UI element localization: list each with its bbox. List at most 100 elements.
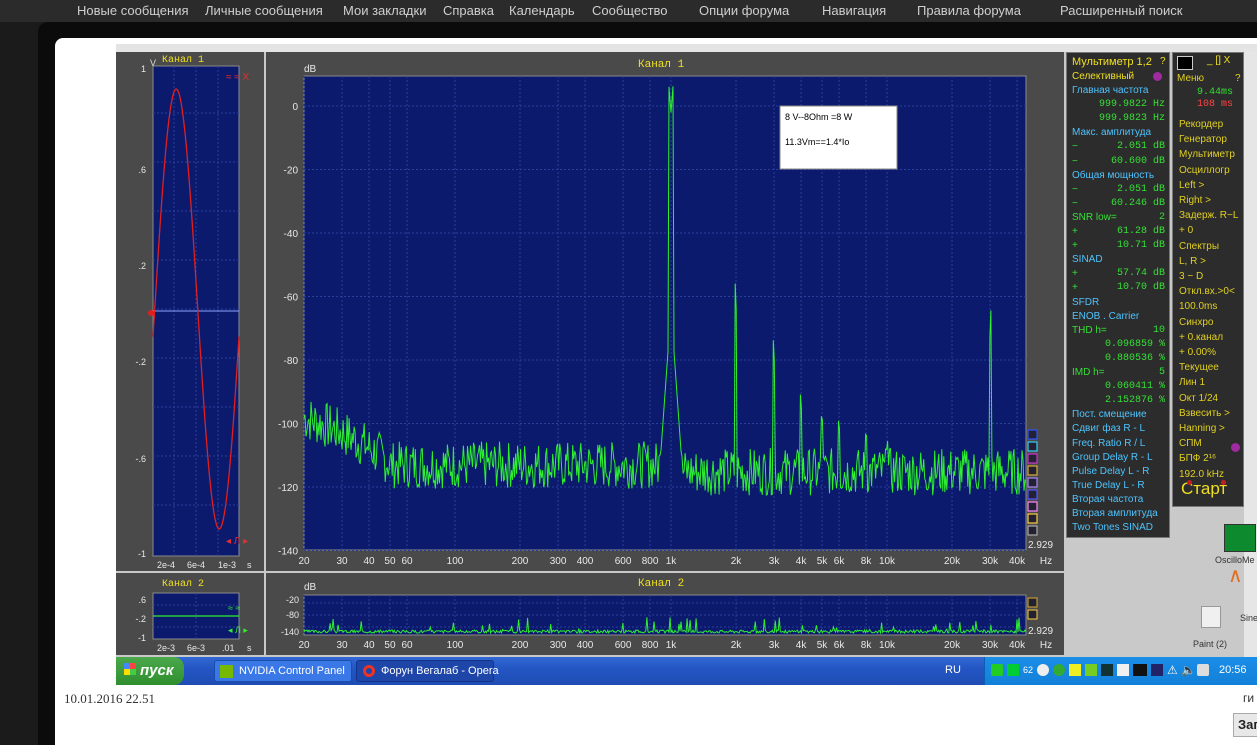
sinewave-icon-label: Sinel (1240, 613, 1257, 623)
tray-utorrent-icon[interactable] (1053, 664, 1065, 676)
paint-desktop-icon[interactable] (1201, 606, 1221, 628)
app-logo-icon (1177, 56, 1193, 70)
multimeter-help-button[interactable]: ? (1160, 56, 1166, 68)
ch2-spec-ytick-1: -20 (286, 595, 299, 605)
multimeter-mode-selective[interactable]: Селективный (1072, 71, 1134, 83)
start-button[interactable]: пуск (116, 657, 184, 685)
ch1-marker-toggle-8[interactable] (1027, 513, 1038, 524)
taskbar-nvidia-button[interactable]: NVIDIA Control Panel (214, 660, 352, 682)
nav-advanced-search[interactable]: Расширенный поиск (1060, 3, 1182, 18)
ch1-marker-toggle-4[interactable] (1027, 465, 1038, 476)
multimeter-label-29[interactable]: Вторая частота (1072, 494, 1143, 506)
post-reply-button[interactable]: Зап (1233, 713, 1257, 737)
sinewave-desktop-icon[interactable]: ∧ (1228, 566, 1250, 590)
control-item-18[interactable]: Окт 1/24 (1179, 393, 1218, 405)
tray-volume-icon[interactable]: 🔈 (1181, 663, 1196, 677)
taskbar-opera-button[interactable]: Форун Вегалаб - Opera (356, 660, 499, 682)
nav-new-messages[interactable]: Новые сообщения (77, 3, 189, 18)
control-item-17[interactable]: Лин 1 (1179, 377, 1205, 389)
control-item-21[interactable]: СПМ (1179, 438, 1202, 450)
multimeter-label-30[interactable]: Вторая амплитуда (1072, 508, 1158, 520)
multimeter-label-6[interactable]: Общая мощность (1072, 170, 1154, 182)
ch2-marker-toggle-2[interactable] (1027, 609, 1038, 620)
ch1-marker-toggle-9[interactable] (1027, 525, 1038, 536)
multimeter-value-1: 999.9822 Hz (1098, 99, 1165, 111)
control-item-7[interactable]: + 0 (1179, 225, 1193, 237)
tray-globe-icon[interactable] (1037, 664, 1049, 676)
control-item-16[interactable]: Текущее (1179, 362, 1219, 374)
control-item-22[interactable]: БПФ 2¹⁶ (1179, 453, 1216, 465)
nav-forum-rules[interactable]: Правила форума (917, 3, 1021, 18)
ch1-marker-toggle-3[interactable] (1027, 453, 1038, 464)
multimeter-label-28[interactable]: True Delay L - R (1072, 480, 1145, 492)
control-item-11[interactable]: Откл.вх.>0< (1179, 286, 1235, 298)
ch1-ytick-5: -.6 (135, 454, 146, 464)
nav-help[interactable]: Справка (443, 3, 494, 18)
ch1-marker-toggle-2[interactable] (1027, 441, 1038, 452)
tray-app-icon-2[interactable] (1101, 664, 1113, 676)
control-item-14[interactable]: + 0.канал (1179, 332, 1223, 344)
spm-indicator-icon[interactable] (1231, 443, 1240, 452)
language-indicator[interactable]: RU (945, 664, 961, 676)
oscillometer-desktop-icon[interactable] (1224, 524, 1256, 552)
multimeter-label-25[interactable]: Freq. Ratio R / L (1072, 438, 1145, 450)
control-item-6[interactable]: Задерж. R−L (1179, 210, 1238, 222)
control-item-19[interactable]: Взвесить > (1179, 408, 1230, 420)
ch2-time-corner-bottom[interactable]: ◂ Л ▸ (228, 625, 248, 635)
ch1-time-corner-bottom[interactable]: ◂ Л ▸ (226, 536, 248, 547)
nav-forum-options[interactable]: Опции форума (699, 3, 789, 18)
control-item-3[interactable]: Осциллогр (1179, 165, 1230, 177)
ch2-spec-xtick-13: 3k (769, 640, 781, 651)
tray-number: 62 (1023, 665, 1034, 675)
ch2-marker-toggle-1[interactable] (1027, 597, 1038, 608)
tray-app-icon-4[interactable] (1151, 664, 1163, 676)
multimeter-label-3[interactable]: Макс. амплитуда (1072, 127, 1151, 139)
tray-app-icon-1[interactable] (991, 664, 1003, 676)
tray-network-icon[interactable] (1197, 664, 1209, 676)
control-item-0[interactable]: Рекордер (1179, 119, 1223, 131)
nav-private-messages[interactable]: Личные сообщения (205, 3, 323, 18)
selective-indicator-icon[interactable] (1153, 72, 1162, 81)
multimeter-label-23[interactable]: Пост. смещение (1072, 409, 1147, 421)
tray-shield-icon[interactable] (1069, 664, 1081, 676)
control-item-1[interactable]: Генератор (1179, 134, 1227, 146)
control-item-15[interactable]: + 0.00% (1179, 347, 1216, 359)
nav-community[interactable]: Сообщество (592, 3, 668, 18)
multimeter-label-24[interactable]: Сдвиг фаз R - L (1072, 423, 1145, 435)
control-item-8[interactable]: Спектры (1179, 241, 1219, 253)
nav-navigation[interactable]: Навигация (822, 3, 886, 18)
nav-bookmarks[interactable]: Мои закладки (343, 3, 426, 18)
control-item-13[interactable]: Синхро (1179, 317, 1213, 329)
control-item-10[interactable]: 3 − D (1179, 271, 1203, 283)
menu-button[interactable]: Меню (1177, 73, 1204, 85)
tray-calendar-icon[interactable] (1133, 664, 1147, 676)
nav-calendar[interactable]: Календарь (509, 3, 575, 18)
ch1-time-corner-controls[interactable]: ≈ ≈ X (226, 72, 250, 83)
control-item-2[interactable]: Мультиметр (1179, 149, 1235, 161)
tray-clock[interactable]: 20:56 (1219, 664, 1247, 676)
ch1-marker-toggle-5[interactable] (1027, 477, 1038, 488)
multimeter-label-0[interactable]: Главная частота (1072, 85, 1148, 97)
tray-warning-icon[interactable]: ⚠ (1167, 663, 1178, 677)
multimeter-label-12[interactable]: SINAD (1072, 254, 1103, 266)
ch1-trigger-marker[interactable] (148, 310, 154, 316)
control-help-button[interactable]: ? (1235, 73, 1241, 85)
ch2-time-corner-controls[interactable]: ≈ ≈ (228, 603, 240, 613)
multimeter-label-16[interactable]: ENOB . Carrier (1072, 311, 1139, 323)
control-item-9[interactable]: L, R > (1179, 256, 1206, 268)
tray-oscillometer-icon[interactable] (1007, 664, 1019, 676)
control-item-20[interactable]: Hanning > (1179, 423, 1225, 435)
ch1-marker-toggle-1[interactable] (1027, 429, 1038, 440)
multimeter-label-31[interactable]: Two Tones SINAD (1072, 522, 1153, 534)
multimeter-label-26[interactable]: Group Delay R - L (1072, 452, 1153, 464)
ch1-marker-toggle-7[interactable] (1027, 501, 1038, 512)
tray-app-icon-3[interactable] (1117, 664, 1129, 676)
window-controls[interactable]: _ [] X (1207, 55, 1230, 67)
control-item-12[interactable]: 100.0ms (1179, 301, 1217, 313)
control-item-4[interactable]: Left > (1179, 180, 1204, 192)
multimeter-label-15[interactable]: SFDR (1072, 297, 1099, 309)
tray-nvidia-icon[interactable] (1085, 664, 1097, 676)
control-item-5[interactable]: Right > (1179, 195, 1211, 207)
multimeter-label-27[interactable]: Pulse Delay L - R (1072, 466, 1149, 478)
ch1-marker-toggle-6[interactable] (1027, 489, 1038, 500)
